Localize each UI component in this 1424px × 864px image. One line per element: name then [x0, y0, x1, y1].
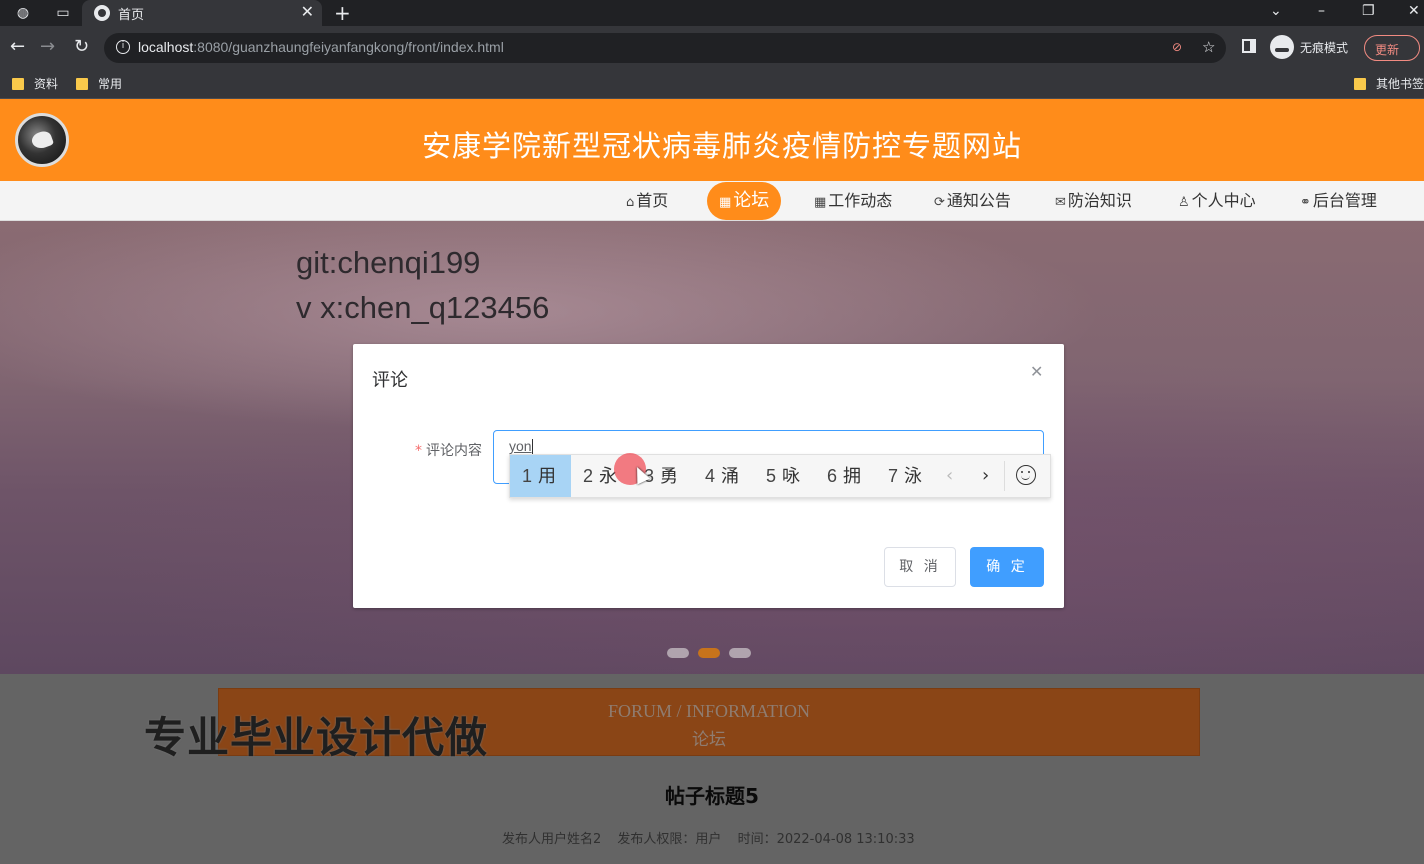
forum-icon: ▦	[719, 195, 732, 210]
ime-separator	[1004, 461, 1005, 491]
carousel-dot-active[interactable]	[698, 648, 720, 658]
nav-label: 通知公告	[946, 191, 1011, 210]
required-marker: *	[415, 443, 422, 459]
post-title: 帖子标题5	[665, 784, 759, 808]
tab-title: 首页	[118, 7, 145, 22]
tab-search-icon[interactable]: ⌄	[1270, 0, 1282, 22]
star-icon[interactable]: ☆	[1202, 38, 1215, 56]
folder-icon	[1354, 78, 1366, 90]
link-icon: ⚭	[1300, 195, 1311, 210]
new-tab-icon[interactable]: +	[334, 0, 351, 26]
post-time: 时间：2022-04-08 13:10:33	[737, 832, 915, 847]
close-window-icon[interactable]: ✕	[1408, 0, 1420, 22]
main-nav: ⌂ 首页 ▦ 论坛 ▦ 工作动态 ⟳ 通知公告 ✉ 防治知识 ♙ 个人中心 ⚭ 后台管理	[0, 181, 1424, 221]
watermark-line-2: v x:chen_q123456	[296, 290, 550, 325]
bookmark-label: 资料	[34, 77, 59, 91]
dialog-title: 评论	[372, 370, 408, 391]
nav-prevention[interactable]: ✉ 防治知识	[1055, 190, 1132, 212]
nav-label: 首页	[636, 191, 669, 210]
composition-text: yon	[509, 438, 532, 454]
minimize-icon[interactable]: –	[1318, 0, 1325, 22]
ime-candidate[interactable]: 4涌	[705, 455, 739, 497]
favicon-icon	[94, 5, 110, 21]
bookmark-folder[interactable]: 常用	[76, 74, 122, 94]
bookmark-folder[interactable]: 资料	[12, 74, 58, 94]
nav-user-center[interactable]: ♙ 个人中心	[1178, 190, 1256, 212]
page-content: FORUM / INFORMATION 论坛 专业毕业设计代做 帖子标题5 发布…	[0, 674, 1424, 864]
folder-icon	[76, 78, 88, 90]
emoji-icon[interactable]	[1016, 465, 1036, 485]
side-panel-icon[interactable]	[1242, 39, 1256, 53]
ime-next-page-icon[interactable]: ›	[982, 455, 989, 497]
close-tab-icon[interactable]: ✕	[301, 2, 314, 21]
nav-home[interactable]: ⌂ 首页	[626, 190, 668, 212]
bookmark-label: 其他书签	[1376, 77, 1424, 91]
comment-label-text: 评论内容	[426, 443, 482, 459]
address-bar[interactable]: i localhost:8080/guanzhaungfeiyanfangkon…	[104, 33, 1226, 63]
nav-label: 工作动态	[828, 191, 893, 210]
url-host: localhost	[138, 39, 194, 55]
incognito-label: 无痕模式	[1300, 41, 1349, 55]
ime-prev-page-icon[interactable]: ‹	[946, 455, 953, 497]
tab-overview-icon[interactable]: ▭	[54, 4, 72, 22]
site-title: 安康学院新型冠状病毒肺炎疫情防控专题网站	[421, 129, 1022, 163]
other-bookmarks[interactable]: 其他书签	[1354, 74, 1424, 94]
ime-candidate[interactable]: 2永	[583, 455, 617, 497]
bookmark-label: 常用	[98, 77, 123, 91]
nav-notices[interactable]: ⟳ 通知公告	[934, 190, 1011, 212]
text-caret	[532, 439, 533, 455]
user-icon: ♙	[1178, 195, 1190, 210]
update-button[interactable]: 更新	[1364, 35, 1420, 61]
url-text[interactable]: localhost:8080/guanzhaungfeiyanfangkong/…	[138, 39, 504, 55]
nav-label: 个人中心	[1191, 191, 1256, 210]
blocked-popup-icon[interactable]: ⊘	[1172, 40, 1182, 54]
grid-icon: ▦	[814, 195, 827, 210]
forward-icon[interactable]: →	[40, 37, 55, 57]
bookmarks-bar: 资料 常用 其他书签	[0, 70, 1424, 99]
ime-candidate[interactable]: 6拥	[827, 455, 861, 497]
nav-forum[interactable]: ▦ 论坛	[707, 182, 782, 220]
post-meta: 发布人用户姓名2 发布人权限：用户 时间：2022-04-08 13:10:33	[502, 828, 927, 847]
browser-tab-strip: ◍ ▭ 首页 ✕ + ⌄ – ❐ ✕	[0, 0, 1424, 26]
site-header: 安康学院新型冠状病毒肺炎疫情防控专题网站	[0, 99, 1424, 181]
nav-work-news[interactable]: ▦ 工作动态	[814, 190, 892, 212]
info-icon[interactable]: i	[116, 40, 130, 54]
browser-tab-active[interactable]: 首页 ✕	[82, 0, 322, 26]
promo-watermark: 专业毕业设计代做	[144, 713, 489, 762]
post-role: 发布人权限：用户	[617, 832, 722, 847]
ime-candidate[interactable]: 1用	[510, 455, 571, 497]
refresh-icon: ⟳	[934, 195, 945, 210]
post-author: 发布人用户姓名2	[502, 832, 602, 847]
confirm-button[interactable]: 确 定	[970, 547, 1044, 587]
nav-label: 后台管理	[1312, 191, 1377, 210]
ime-candidate[interactable]: 7泳	[888, 455, 922, 497]
mail-icon: ✉	[1055, 195, 1066, 210]
folder-icon	[12, 78, 24, 90]
nav-admin[interactable]: ⚭ 后台管理	[1300, 190, 1377, 212]
reload-icon[interactable]: ↻	[74, 37, 89, 57]
back-icon[interactable]: ←	[10, 37, 25, 57]
ime-candidate[interactable]: 5咏	[766, 455, 800, 497]
url-path: :8080/guanzhaungfeiyanfangkong/front/ind…	[193, 39, 504, 55]
close-icon[interactable]: ✕	[1030, 362, 1043, 381]
carousel-dot[interactable]	[667, 648, 689, 658]
comment-label: * 评论内容	[415, 440, 482, 460]
restore-icon[interactable]: ❐	[1362, 0, 1375, 22]
nav-label: 防治知识	[1067, 191, 1132, 210]
cancel-button[interactable]: 取 消	[884, 547, 956, 587]
globe-icon[interactable]: ◍	[14, 4, 32, 22]
watermark-line-1: git:chenqi199	[296, 245, 481, 280]
nav-label: 论坛	[733, 190, 770, 211]
ime-candidate-bar: 1用 2永 3勇 4涌 5咏 6拥 7泳 ‹ ›	[509, 454, 1051, 498]
incognito-icon	[1270, 35, 1294, 59]
home-icon: ⌂	[626, 195, 635, 210]
carousel-dot[interactable]	[729, 648, 751, 658]
browser-toolbar: ← → ↻ i localhost:8080/guanzhaungfeiyanf…	[0, 26, 1424, 70]
